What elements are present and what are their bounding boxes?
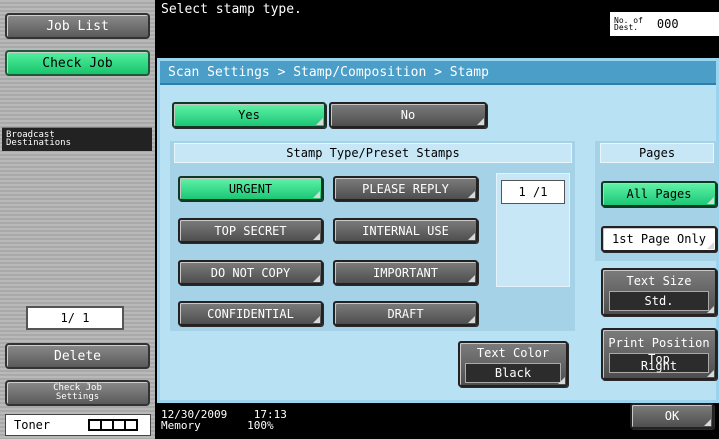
toner-label: Toner [14,418,51,432]
destination-count-label: No. of Dest. [614,16,643,32]
all-pages-button[interactable]: All Pages [601,181,717,207]
print-position-button[interactable]: Print Position Top Right [601,328,717,380]
stamp-settings-panel: Scan Settings > Stamp/Composition > Stam… [157,58,719,403]
stamp-draft-button[interactable]: DRAFT [333,301,478,326]
footer-datetime: 12/30/2009 17:13 Memory 100% [161,409,287,431]
left-page-counter: 1/ 1 [26,306,124,330]
text-color-label: Text Color [476,345,550,360]
print-position-label: Print Position [608,335,710,350]
stamp-page-counter: 1 /1 [501,180,565,204]
check-job-settings-button[interactable]: Check Job Settings [5,380,150,406]
stamp-do-not-copy-button[interactable]: DO NOT COPY [178,260,323,285]
broadcast-destinations-tab[interactable]: Broadcast Destinations [2,127,152,151]
stamp-page-counter-box: 1 /1 [496,173,570,287]
no-button[interactable]: No [329,102,487,128]
destination-count-box: No. of Dest. 000 [610,12,719,36]
stamp-important-button[interactable]: IMPORTANT [333,260,478,285]
stamp-top-secret-button[interactable]: TOP SECRET [178,218,323,243]
stamp-please-reply-button[interactable]: PLEASE REPLY [333,176,478,201]
footer-memory-value: 100% [247,419,274,432]
ok-button[interactable]: OK [630,403,714,429]
pages-header: Pages [600,143,714,163]
stamp-urgent-button[interactable]: URGENT [178,176,323,201]
delete-button[interactable]: Delete [5,343,150,369]
text-size-label: Text Size [626,273,692,288]
print-position-value: Top Right [608,352,710,373]
destination-count-value: 000 [656,17,679,31]
text-size-button[interactable]: Text Size Std. [601,268,717,316]
job-list-button[interactable]: Job List [5,13,150,39]
stamp-internal-use-button[interactable]: INTERNAL USE [333,218,478,243]
left-panel: Job List Check Job Broadcast Destination… [0,0,155,439]
text-color-value: Black [465,362,561,383]
instruction-message: Select stamp type. [161,2,302,17]
text-color-button[interactable]: Text Color Black [458,341,568,387]
first-page-only-button[interactable]: 1st Page Only [601,226,717,252]
check-job-button[interactable]: Check Job [5,50,150,76]
status-footer: 12/30/2009 17:13 Memory 100% OK [157,403,719,439]
yes-button[interactable]: Yes [172,102,326,128]
toner-indicator: Toner [5,414,151,436]
toner-level-icon [88,419,138,431]
text-size-value: Std. [608,290,710,311]
breadcrumb: Scan Settings > Stamp/Composition > Stam… [160,61,716,85]
footer-memory-label: Memory [161,419,201,432]
message-bar: Select stamp type. No. of Dest. 000 [157,0,719,58]
stamp-type-header: Stamp Type/Preset Stamps [174,143,572,163]
stamp-confidential-button[interactable]: CONFIDENTIAL [178,301,323,326]
